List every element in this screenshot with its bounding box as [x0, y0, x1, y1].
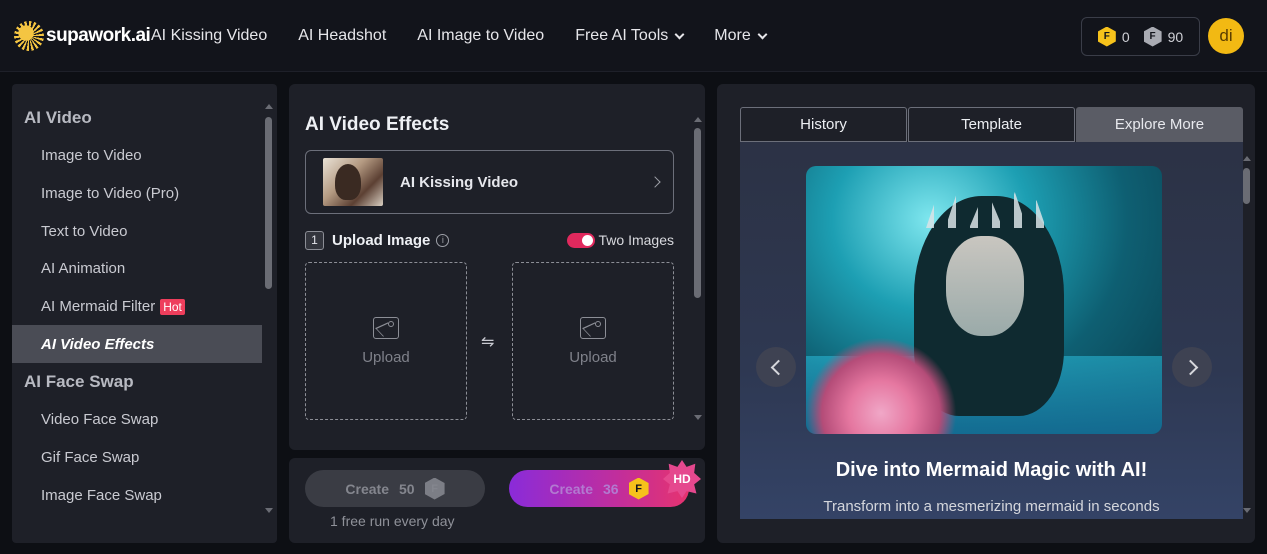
chevron-left-icon — [770, 359, 786, 375]
effect-selector[interactable]: AI Kissing Video — [305, 150, 674, 214]
sidebar-item-image-face-swap[interactable]: Image Face Swap — [12, 477, 262, 515]
preview-panel: History Template Explore More Dive into … — [717, 84, 1255, 543]
grey-coin-icon: F — [424, 477, 445, 500]
grey-coin-icon: F — [1143, 26, 1162, 47]
sidebar-item-ai-mermaid-filter[interactable]: AI Mermaid Filter Hot — [12, 288, 262, 326]
hot-badge: Hot — [160, 298, 185, 315]
upload-label: Upload — [362, 348, 410, 366]
upload-title: Upload Image — [332, 231, 431, 249]
sidebar-item-ai-video-effects[interactable]: AI Video Effects — [12, 325, 262, 364]
sidebar-scrollbar[interactable] — [265, 117, 272, 289]
effect-label: AI Kissing Video — [400, 173, 519, 191]
scroll-down-icon[interactable] — [694, 415, 702, 420]
carousel-next-button[interactable] — [1172, 347, 1212, 387]
logo[interactable]: supawork.ai — [14, 20, 151, 52]
scroll-up-icon[interactable] — [694, 117, 702, 122]
chevron-down-icon — [757, 29, 768, 39]
nav-free-ai-tools[interactable]: Free AI Tools — [575, 27, 685, 45]
carousel-headline: Dive into Mermaid Magic with AI! — [835, 459, 1148, 481]
two-images-toggle[interactable] — [566, 232, 595, 248]
nav-ai-image-to-video[interactable]: AI Image to Video — [417, 27, 544, 45]
scroll-up-icon[interactable] — [1243, 156, 1251, 161]
top-navbar: supawork.ai AI Kissing Video AI Headshot… — [0, 0, 1267, 72]
preview-scrollbar[interactable] — [1243, 168, 1250, 204]
carousel-subline: Transform into a mesmerizing mermaid in … — [823, 498, 1160, 515]
create-button[interactable]: Create 50 F — [305, 470, 485, 507]
sidebar: AI Video Image to Video Image to Video (… — [12, 84, 277, 543]
gold-coin-icon: F — [1097, 26, 1116, 47]
create-hd-button[interactable]: Create 36 F — [509, 470, 689, 507]
scroll-up-icon[interactable] — [265, 104, 273, 109]
info-icon[interactable]: i — [436, 233, 450, 247]
sidebar-item-text-to-video[interactable]: Text to Video — [12, 212, 262, 250]
editor-panel: AI Video Effects AI Kissing Video 1 Uplo… — [289, 84, 705, 450]
sidebar-group-ai-video: AI Video — [24, 108, 92, 127]
logo-mark-icon — [14, 21, 44, 51]
editor-scrollbar[interactable] — [694, 128, 701, 298]
explore-carousel: Dive into Mermaid Magic with AI! Transfo… — [740, 142, 1243, 519]
nav-ai-kissing-video[interactable]: AI Kissing Video — [151, 27, 267, 45]
gold-coin-icon: F — [628, 477, 649, 500]
logo-text: supawork.ai — [46, 25, 151, 46]
avatar[interactable]: di — [1208, 18, 1244, 54]
scroll-down-icon[interactable] — [1243, 508, 1251, 513]
chevron-down-icon — [674, 29, 685, 39]
create-bar: Create 50 F Create 36 F HD 1 free run ev… — [289, 458, 705, 543]
upload-header: 1 Upload Image i Two Images — [305, 230, 674, 250]
upload-label: Upload — [569, 348, 617, 366]
nav-more[interactable]: More — [714, 27, 768, 45]
upload-box-2[interactable]: Upload — [512, 262, 674, 420]
image-icon — [580, 316, 606, 339]
carousel-prev-button[interactable] — [756, 347, 796, 387]
swap-icon[interactable]: ⇋ — [481, 332, 494, 352]
preview-tabs: History Template Explore More — [740, 107, 1243, 142]
sidebar-item-video-face-swap[interactable]: Video Face Swap — [12, 401, 262, 439]
sidebar-item-ai-animation[interactable]: AI Animation — [12, 250, 262, 288]
chevron-right-icon — [649, 176, 661, 188]
hd-badge: HD — [663, 460, 701, 498]
sidebar-item-image-to-video-pro[interactable]: Image to Video (Pro) — [12, 175, 262, 213]
nav-ai-headshot[interactable]: AI Headshot — [298, 27, 386, 45]
free-run-note: 1 free run every day — [330, 513, 455, 529]
step-badge: 1 — [305, 230, 324, 250]
gold-credit: F 0 — [1097, 26, 1130, 47]
sidebar-group-ai-face-swap: AI Face Swap — [24, 372, 134, 392]
effect-thumbnail — [323, 158, 383, 206]
grey-credit: F 90 — [1143, 26, 1183, 47]
sidebar-item-image-to-video[interactable]: Image to Video — [12, 137, 262, 175]
page-title: AI Video Effects — [305, 114, 450, 135]
tab-template[interactable]: Template — [908, 107, 1075, 142]
tab-explore-more[interactable]: Explore More — [1076, 107, 1243, 142]
scroll-down-icon[interactable] — [265, 508, 273, 513]
tab-history[interactable]: History — [740, 107, 907, 142]
image-icon — [373, 316, 399, 339]
chevron-right-icon — [1182, 359, 1198, 375]
two-images-toggle-group: Two Images — [566, 232, 674, 248]
two-images-label: Two Images — [598, 232, 674, 248]
main-nav: AI Kissing Video AI Headshot AI Image to… — [151, 0, 768, 72]
sidebar-item-gif-face-swap[interactable]: Gif Face Swap — [12, 439, 262, 477]
mermaid-hero-image — [806, 166, 1162, 434]
credits-display[interactable]: F 0 F 90 — [1081, 17, 1200, 56]
upload-box-1[interactable]: Upload — [305, 262, 467, 420]
